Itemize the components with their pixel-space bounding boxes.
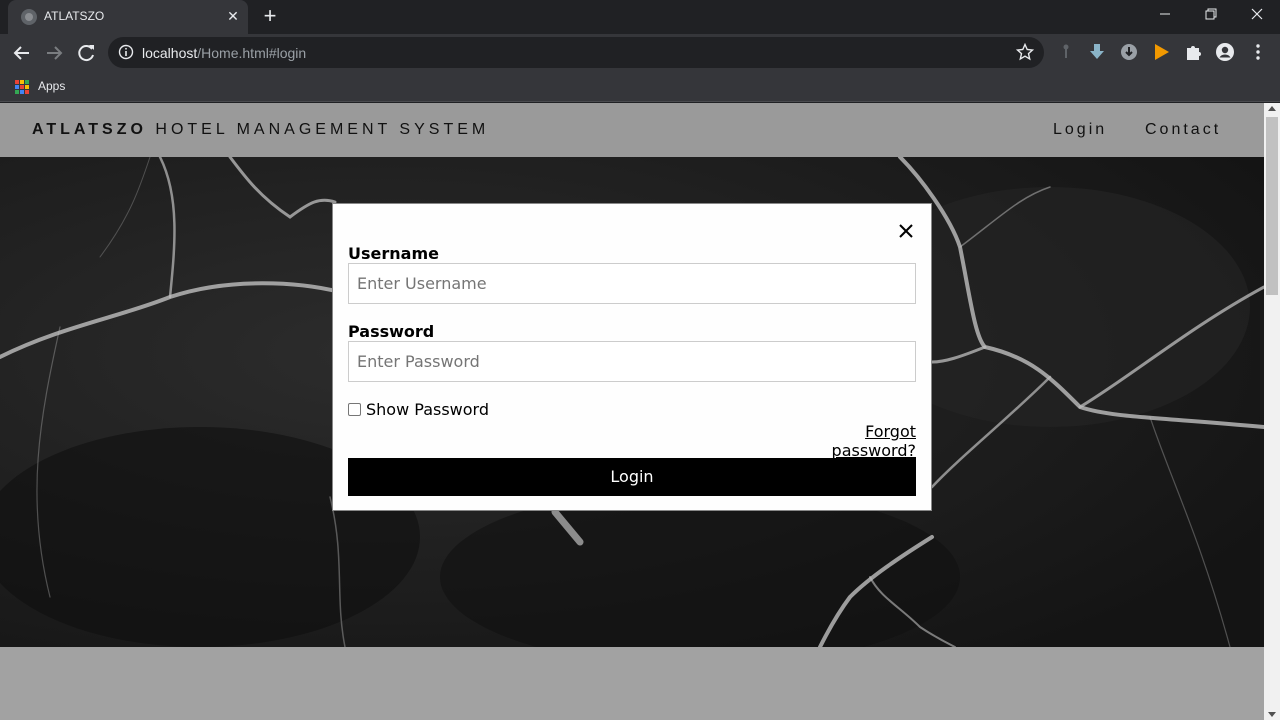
info-icon[interactable] [118, 44, 134, 60]
bookmark-star-icon[interactable] [1015, 42, 1035, 61]
apps-grid-dot [25, 85, 29, 89]
play-extension-icon[interactable] [1151, 42, 1171, 62]
apps-grid-dot [20, 85, 24, 89]
apps-grid-dot [15, 85, 19, 89]
nav-login-link[interactable]: Login [1053, 121, 1107, 139]
scroll-up-arrow-icon[interactable] [1268, 106, 1276, 111]
apps-grid-dot [25, 90, 29, 94]
login-modal: Username Password Show Password Forgot p… [332, 203, 932, 511]
download-circle-extension-icon[interactable] [1119, 42, 1139, 62]
globe-icon [21, 9, 37, 25]
login-button[interactable]: Login [348, 458, 916, 496]
url-text[interactable]: localhost/Home.html#login [142, 45, 306, 61]
profile-avatar-icon[interactable] [1215, 42, 1235, 62]
username-input[interactable] [348, 263, 916, 304]
browser-tab-strip: ATLATSZO ✕ + [0, 0, 1280, 34]
site-brand[interactable]: ATLATSZO HOTEL MANAGEMENT SYSTEM [32, 121, 489, 139]
browser-tab[interactable]: ATLATSZO ✕ [8, 0, 248, 34]
tab-close-icon[interactable]: ✕ [224, 7, 242, 25]
back-arrow-icon[interactable] [8, 39, 36, 67]
nav-contact-link[interactable]: Contact [1145, 121, 1221, 139]
puzzle-extensions-icon[interactable] [1183, 42, 1203, 62]
page-below-hero [0, 647, 1264, 720]
apps-grid-dot [20, 80, 24, 84]
show-password-label[interactable]: Show Password [366, 400, 489, 419]
apps-grid-icon[interactable] [15, 80, 29, 94]
username-label: Username [348, 244, 439, 263]
bookmarks-bar: Apps [0, 72, 1280, 102]
minimize-window-icon[interactable] [1142, 0, 1188, 30]
close-icon[interactable] [895, 220, 917, 242]
apps-grid-dot [25, 80, 29, 84]
restore-window-icon[interactable] [1188, 0, 1234, 30]
apps-grid-dot [15, 80, 19, 84]
pin-extension-icon[interactable] [1056, 42, 1076, 62]
address-bar[interactable]: localhost/Home.html#login [108, 37, 1044, 68]
scroll-thumb[interactable] [1266, 117, 1278, 295]
close-window-icon[interactable] [1234, 0, 1280, 30]
password-label: Password [348, 322, 435, 341]
forward-arrow-icon[interactable] [40, 39, 68, 67]
vertical-scrollbar[interactable] [1264, 103, 1280, 720]
show-password-row[interactable]: Show Password [348, 400, 489, 419]
password-input[interactable] [348, 341, 916, 382]
show-password-checkbox[interactable] [348, 402, 361, 416]
apps-grid-dot [20, 90, 24, 94]
new-tab-icon[interactable]: + [258, 5, 282, 29]
tab-title: ATLATSZO [44, 9, 105, 23]
scroll-down-arrow-icon[interactable] [1268, 712, 1276, 717]
browser-toolbar: localhost/Home.html#login [0, 34, 1280, 72]
page-viewport: ATLATSZO HOTEL MANAGEMENT SYSTEM Login C… [0, 103, 1264, 720]
site-navbar: ATLATSZO HOTEL MANAGEMENT SYSTEM Login C… [0, 103, 1264, 157]
reload-icon[interactable] [72, 39, 100, 67]
apps-bookmark[interactable]: Apps [38, 79, 65, 93]
more-menu-icon[interactable] [1248, 42, 1268, 62]
download-arrow-extension-icon[interactable] [1087, 42, 1107, 62]
apps-grid-dot [15, 90, 19, 94]
forgot-password-link[interactable]: Forgot password? [783, 422, 916, 460]
